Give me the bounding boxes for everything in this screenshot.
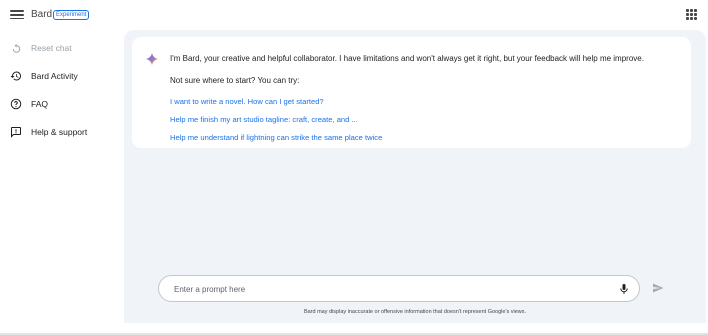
sidebar-item-faq[interactable]: FAQ (10, 96, 48, 112)
experiment-badge: Experiment (53, 10, 90, 20)
microphone-icon[interactable] (618, 282, 630, 296)
sidebar: Reset chat Bard Activity FAQ Help & supp… (0, 30, 124, 335)
bard-sparkle-icon (145, 52, 159, 66)
try-prompt-heading: Not sure where to start? You can try: (170, 76, 300, 85)
feedback-icon (10, 126, 22, 138)
bard-app: Bard Experiment Reset chat Bard Activity… (0, 0, 708, 335)
google-apps-grid-icon[interactable] (686, 9, 697, 20)
prompt-input-container (158, 275, 640, 302)
help-circle-icon (10, 98, 22, 110)
reset-icon (10, 42, 22, 54)
welcome-card: I'm Bard, your creative and helpful coll… (132, 37, 691, 148)
suggestion-link[interactable]: I want to write a novel. How can I get s… (170, 97, 324, 106)
top-bar: Bard Experiment (0, 0, 708, 30)
sidebar-item-label: Bard Activity (31, 71, 78, 81)
sidebar-item-bard-activity[interactable]: Bard Activity (10, 68, 78, 84)
suggestion-link[interactable]: Help me finish my art studio tagline: cr… (170, 115, 358, 124)
sidebar-item-label: Help & support (31, 127, 88, 137)
history-icon (10, 70, 22, 82)
chat-area: I'm Bard, your creative and helpful coll… (124, 30, 706, 323)
prompt-input[interactable] (174, 282, 604, 296)
sidebar-item-label: FAQ (31, 99, 49, 109)
sidebar-item-reset-chat[interactable]: Reset chat (10, 40, 72, 56)
hamburger-menu-icon[interactable] (10, 8, 24, 22)
sidebar-item-help-support[interactable]: Help & support (10, 124, 87, 140)
sidebar-item-label: Reset chat (31, 43, 72, 53)
intro-message: I'm Bard, your creative and helpful coll… (170, 54, 644, 63)
app-title: Bard (31, 9, 53, 20)
suggestion-link[interactable]: Help me understand if lightning can stri… (170, 133, 382, 142)
disclaimer-text: Bard may display inaccurate or offensive… (303, 309, 527, 315)
send-icon[interactable] (652, 282, 664, 294)
